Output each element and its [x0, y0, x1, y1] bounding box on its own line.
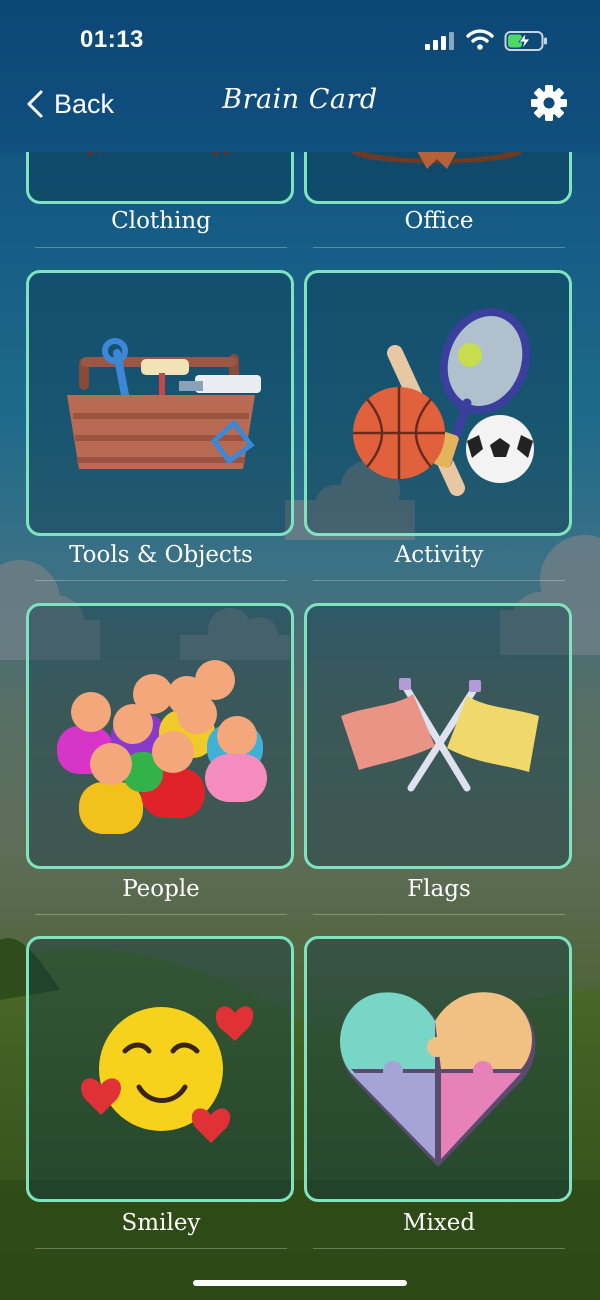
- gear-icon[interactable]: [530, 84, 568, 122]
- divider: [35, 247, 287, 248]
- sports-balls-illustration: [353, 308, 534, 496]
- category-label-activity: Activity: [394, 542, 484, 568]
- navigation-bar: Back Brain Card: [0, 80, 600, 150]
- category-label-flags: Flags: [407, 876, 471, 902]
- app-title: Brain Card: [222, 84, 378, 115]
- divider: [313, 1248, 565, 1249]
- category-label-smiley: Smiley: [121, 1210, 201, 1236]
- category-card-flags[interactable]: [304, 603, 572, 869]
- divider: [35, 914, 287, 915]
- wifi-icon: [466, 29, 494, 50]
- category-label-people: People: [122, 876, 200, 902]
- smiley-hearts-illustration: [81, 1006, 254, 1143]
- divider: [35, 580, 287, 581]
- category-card-people[interactable]: [26, 603, 294, 869]
- battery-charging-icon: [504, 31, 547, 51]
- category-grid: Clothing Office Tools & Objects Activity…: [0, 0, 600, 1300]
- status-bar: 01:13: [0, 0, 600, 80]
- crossed-flags-illustration: [341, 678, 539, 792]
- category-label-office: Office: [404, 208, 474, 234]
- home-indicator[interactable]: [193, 1280, 407, 1286]
- divider: [35, 1248, 287, 1249]
- toolbox-illustration: [67, 338, 261, 469]
- divider: [313, 247, 565, 248]
- people-group-illustration: [57, 660, 267, 834]
- status-time: 01:13: [80, 26, 144, 53]
- category-label-mixed: Mixed: [402, 1210, 476, 1236]
- cellular-signal-icon: [425, 32, 454, 50]
- puzzle-heart-illustration: [340, 992, 536, 1167]
- category-card-tools-objects[interactable]: [26, 270, 294, 536]
- divider: [313, 580, 565, 581]
- category-card-mixed[interactable]: [304, 936, 572, 1202]
- category-card-smiley[interactable]: [26, 936, 294, 1202]
- category-label-clothing: Clothing: [111, 208, 211, 234]
- category-card-activity[interactable]: [304, 270, 572, 536]
- category-label-tools-objects: Tools & Objects: [69, 542, 253, 568]
- divider: [313, 914, 565, 915]
